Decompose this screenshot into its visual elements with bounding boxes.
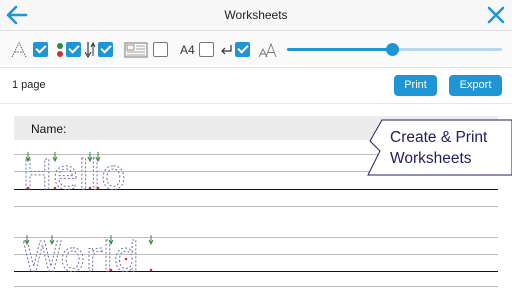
example-checkbox[interactable] <box>153 42 168 57</box>
stroke-arrow-icon <box>85 41 96 58</box>
divider <box>0 103 512 104</box>
text-block-icon <box>124 42 148 57</box>
paper-size-label: A4 <box>180 42 195 57</box>
font-style-icon <box>11 41 27 57</box>
color-dots-icon <box>57 42 63 57</box>
paper-size-checkbox[interactable] <box>198 42 214 57</box>
page-count: 1 page <box>12 79 46 91</box>
trace-word-line-2: World <box>22 233 140 281</box>
example-toggle[interactable] <box>124 31 168 68</box>
page-title: Worksheets <box>224 8 288 22</box>
return-checkbox[interactable] <box>235 42 250 57</box>
callout-text: Create & Print Worksheets <box>390 127 487 169</box>
callout-line-2: Worksheets <box>390 150 472 167</box>
stroke-direction-checkbox[interactable] <box>98 42 113 57</box>
paper-size-toggle[interactable]: A4 <box>180 31 214 68</box>
return-arrow-icon <box>221 44 232 54</box>
callout-line-1: Create & Print <box>390 129 488 146</box>
font-size-icon <box>258 42 277 57</box>
font-checkbox[interactable] <box>33 42 48 57</box>
slider-thumb[interactable] <box>386 43 400 56</box>
size-slider[interactable] <box>287 31 502 68</box>
close-icon[interactable] <box>484 3 508 27</box>
export-button[interactable]: Export <box>449 75 502 96</box>
font-size-label <box>258 31 278 68</box>
print-button[interactable]: Print <box>394 75 437 96</box>
promo-callout: Create & Print Worksheets <box>364 119 512 176</box>
title-bar: Worksheets <box>0 0 512 31</box>
trace-word-line-1: Hello <box>22 151 126 199</box>
font-toggle[interactable] <box>10 31 48 68</box>
color-dots-checkbox[interactable] <box>66 42 81 57</box>
return-toggle[interactable] <box>219 31 250 68</box>
slider-fill <box>287 48 393 51</box>
color-dots-toggle[interactable] <box>56 31 81 68</box>
stroke-direction-toggle[interactable] <box>85 31 113 68</box>
